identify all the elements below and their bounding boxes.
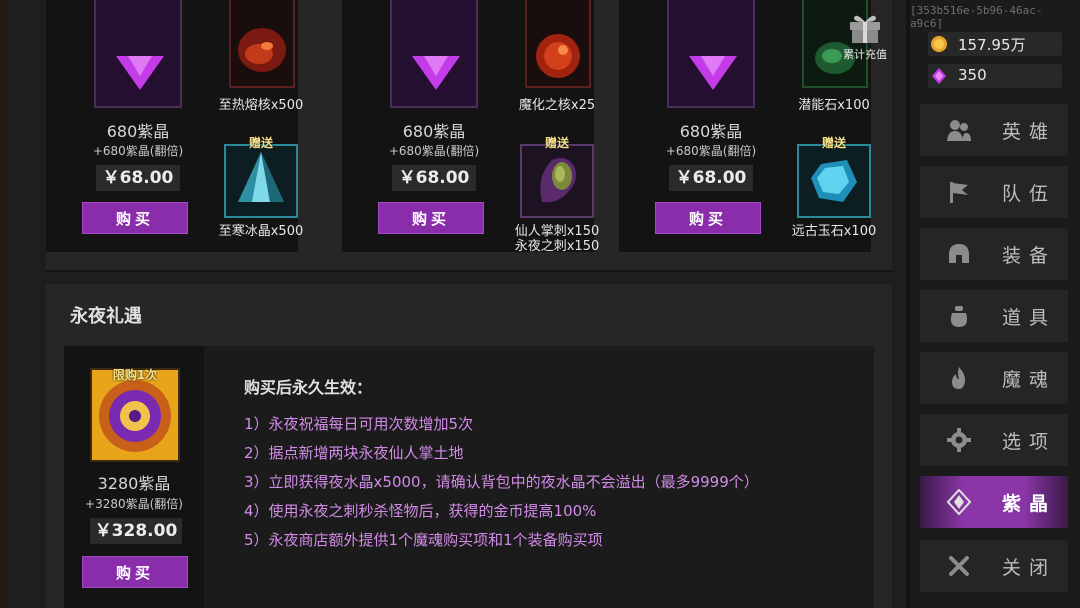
ancient-jade-icon: [797, 144, 871, 218]
item-label: 远古玉石x100: [791, 224, 877, 239]
gold-coin-icon: [931, 36, 947, 52]
crystal-icon: [946, 489, 972, 515]
crystal-balance: 350: [928, 64, 1062, 88]
nav-soul[interactable]: 魔魂: [920, 352, 1068, 404]
session-id: [353b516e-5b96-46ac-a9c6]: [910, 4, 1043, 30]
crystal-amount: 680紫晶: [106, 122, 170, 141]
crystal-bonus: +3280紫晶(翻倍): [85, 497, 183, 511]
benefit-item: 3）立即获得夜水晶x5000，请确认背包中的夜水晶不会溢出（最多9999个）: [244, 473, 759, 491]
item-label: 潜能石x100: [798, 98, 870, 113]
gift-tag: 赠送: [544, 136, 569, 150]
item-label: 仙人掌刺x150 永夜之刺x150: [493, 224, 621, 254]
purple-crystal-icon: [932, 68, 946, 84]
nav-label: 装备: [1002, 245, 1057, 267]
price-tag: ￥328.00: [90, 518, 182, 544]
price-tag: ￥68.00: [669, 165, 753, 191]
gift-icon: [850, 15, 880, 43]
benefits-list: 购买后永久生效： 1）永夜祝福每日可用次数增加5次 2）据点新增两块永夜仙人掌土…: [244, 374, 864, 555]
buy-button[interactable]: 购买: [82, 556, 188, 588]
nav-label: 选项: [1002, 431, 1057, 453]
purple-crystal-pack-icon: [94, 0, 182, 108]
flag-icon: [950, 182, 968, 203]
gift-tag: 赠送: [248, 136, 273, 150]
section-title: 永夜礼遇: [70, 306, 142, 327]
flame-icon: [952, 367, 966, 389]
buy-button[interactable]: 购买: [378, 202, 484, 234]
item-label: 至寒冰晶x500: [218, 224, 304, 239]
crystal-value: 350: [958, 66, 987, 84]
ice-crystal-icon: [224, 144, 298, 218]
bonus-item-bottom: 赠送 仙人掌刺x150 永夜之刺x150: [515, 136, 600, 254]
nav-heroes[interactable]: 英雄: [920, 104, 1068, 156]
item-label: 魔化之核x25: [518, 98, 596, 113]
game-screen: 至热熔核x500 680紫晶 +680紫晶(翻倍) ￥68.00 购买 赠送 至…: [0, 0, 1080, 608]
purple-crystal-pack-icon: [390, 0, 478, 108]
bonus-item-bottom: 赠送 至寒冰晶x500: [219, 136, 304, 239]
eternal-night-offer: 限购1次 3280紫晶 +3280紫晶(翻倍) ￥328.00 购买 购买后永久…: [64, 346, 874, 608]
benefit-item: 4）使用永夜之刺秒杀怪物后，获得的金币提高100%: [244, 502, 597, 520]
nav-crystal[interactable]: 紫晶: [920, 476, 1068, 528]
bonus-item-top: 魔化之核x25: [517, 0, 597, 113]
helmet-icon: [949, 244, 969, 263]
recharge-card: 至热熔核x500 680紫晶 +680紫晶(翻倍) ￥68.00 购买 赠送 至…: [46, 0, 304, 252]
crystal-bonus: +680紫晶(翻倍): [92, 144, 184, 158]
heroes-icon: [947, 120, 971, 141]
molten-core-icon: [229, 0, 295, 88]
benefit-item: 1）永夜祝福每日可用次数增加5次: [244, 415, 474, 433]
gift-label: 累计充值: [843, 48, 887, 61]
eternal-night-section: 永夜礼遇 限购1次 3280紫晶 +3280紫晶(翻倍) ￥328.00 购买 …: [46, 284, 892, 608]
benefits-heading: 购买后永久生效：: [244, 378, 373, 397]
gift-tag: 赠送: [821, 136, 846, 150]
price-tag: ￥68.00: [96, 165, 180, 191]
demon-core-icon: [525, 0, 591, 88]
nav-equipment[interactable]: 装备: [920, 228, 1068, 280]
nav-close[interactable]: 关闭: [920, 540, 1068, 592]
benefit-item: 5）永夜商店额外提供1个魔魂购买项和1个装备购买项: [244, 531, 603, 549]
nav-label: 队伍: [1002, 183, 1057, 205]
gear-icon: [947, 428, 971, 452]
cactus-thorn-icon: [520, 144, 594, 218]
purple-crystal-pack-icon: [667, 0, 755, 108]
crystal-amount: 680紫晶: [402, 122, 466, 141]
sidebar: [353b516e-5b96-46ac-a9c6] 157.95万 350 英雄…: [910, 0, 1080, 608]
cumulative-recharge-button[interactable]: 累计充值: [834, 12, 896, 64]
nav-label: 英雄: [1002, 121, 1057, 143]
item-label: 至热熔核x500: [218, 98, 304, 113]
gold-balance: 157.95万: [928, 32, 1062, 56]
gold-value: 157.95万: [958, 36, 1026, 54]
close-icon: [949, 556, 969, 576]
crystal-bonus: +680紫晶(翻倍): [665, 144, 757, 158]
nav-label: 关闭: [1002, 557, 1057, 579]
bonus-item-bottom: 赠送 远古玉石x100: [792, 136, 877, 239]
recharge-card: 魔化之核x25 680紫晶 +680紫晶(翻倍) ￥68.00 购买 赠送 仙人…: [342, 0, 600, 254]
nav-team[interactable]: 队伍: [920, 166, 1068, 218]
nav-label: 魔魂: [1002, 369, 1057, 391]
bag-icon: [950, 306, 968, 327]
crystal-amount: 680紫晶: [679, 122, 743, 141]
nav-items[interactable]: 道具: [920, 290, 1068, 342]
recharge-section: 至热熔核x500 680紫晶 +680紫晶(翻倍) ￥68.00 购买 赠送 至…: [46, 0, 892, 272]
crystal-amount: 3280紫晶: [97, 474, 171, 493]
nav-label: 紫晶: [1002, 493, 1057, 515]
buy-button[interactable]: 购买: [82, 202, 188, 234]
nav-label: 道具: [1002, 307, 1057, 329]
price-tag: ￥68.00: [392, 165, 476, 191]
offer-card: 限购1次 3280紫晶 +3280紫晶(翻倍) ￥328.00 购买: [64, 346, 204, 608]
bonus-item-top: 至热熔核x500: [219, 0, 303, 113]
crystal-bonus: +680紫晶(翻倍): [388, 144, 480, 158]
shop-panel: 至热熔核x500 680紫晶 +680紫晶(翻倍) ￥68.00 购买 赠送 至…: [8, 0, 906, 608]
nav-options[interactable]: 选项: [920, 414, 1068, 466]
item-label-line: 永夜之刺x150: [514, 239, 600, 254]
item-label-line: 仙人掌刺x150: [514, 224, 600, 239]
purchase-limit-badge: 限购1次: [112, 368, 158, 382]
benefit-item: 2）据点新增两块永夜仙人掌土地: [244, 444, 464, 462]
buy-button[interactable]: 购买: [655, 202, 761, 234]
